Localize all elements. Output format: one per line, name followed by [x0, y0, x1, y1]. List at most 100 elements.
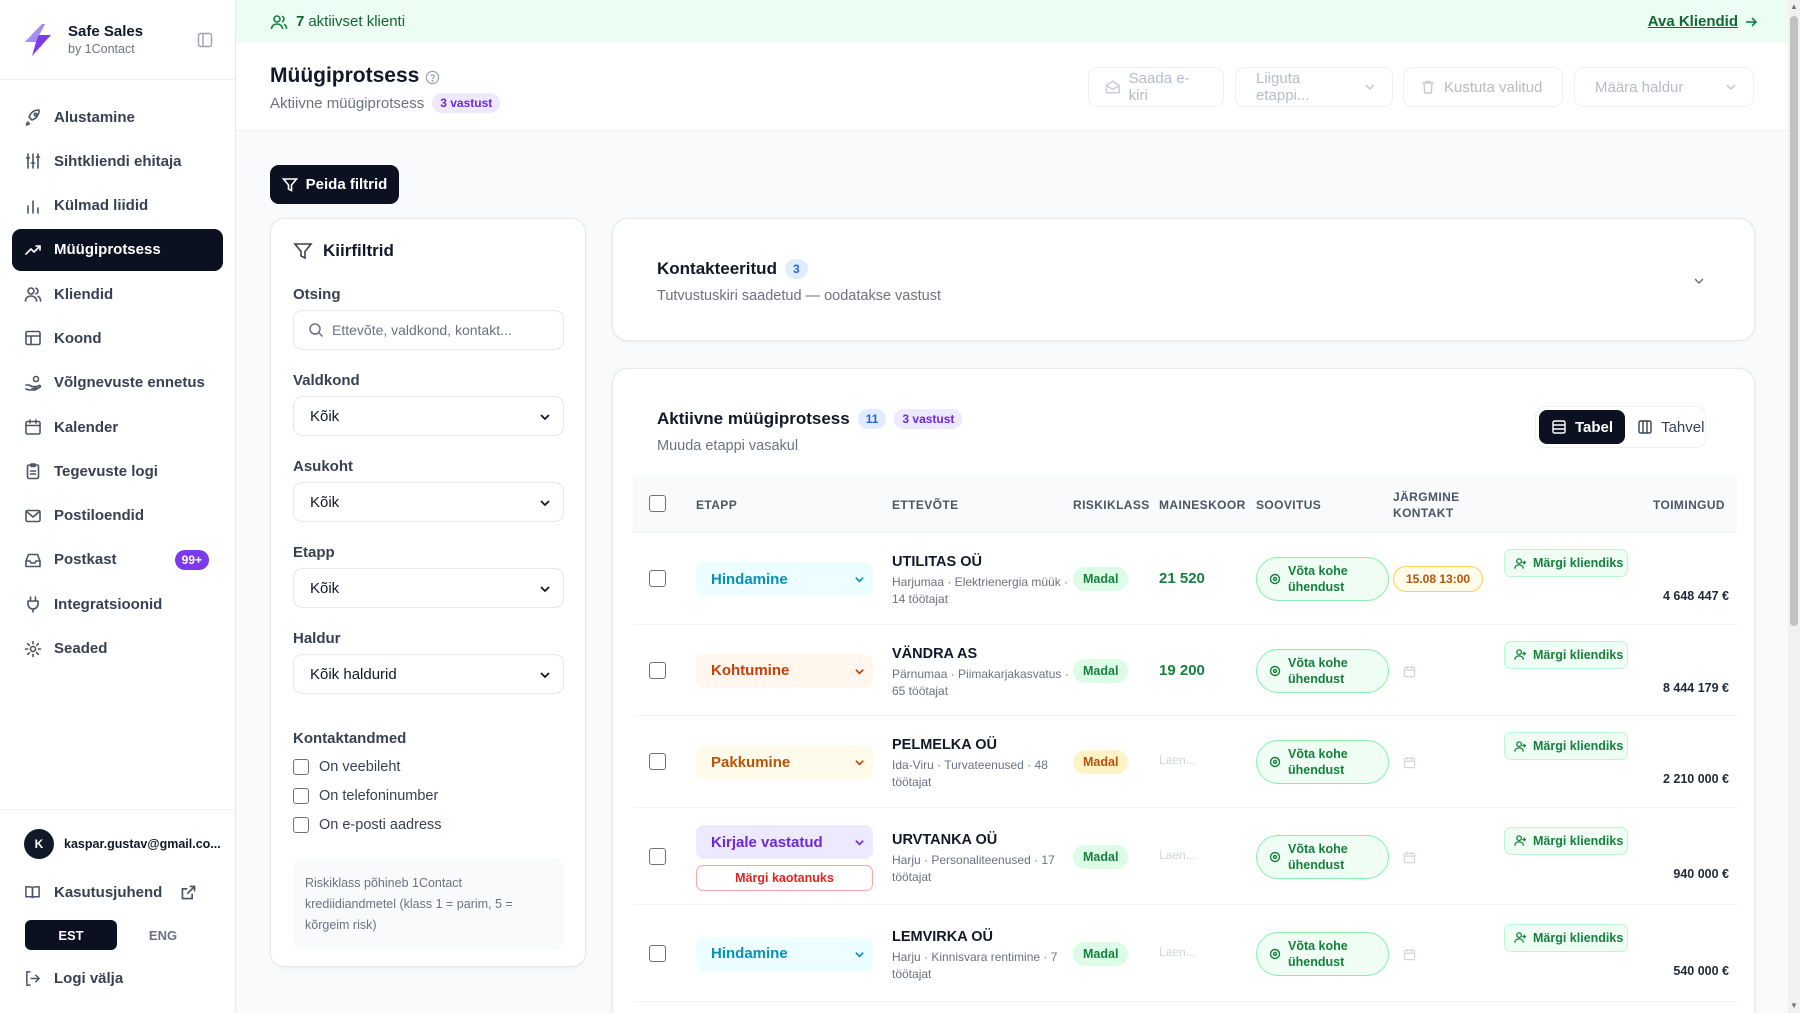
has-phone-checkbox[interactable]: On telefoninumber [293, 788, 438, 804]
sidebar-item-v-lgnevuste-ennetus[interactable]: Võlgnevuste ennetus [12, 362, 223, 404]
sidebar-item-m-giprotsess[interactable]: Müügiprotsess [12, 228, 223, 271]
move-stage-select[interactable]: Liiguta etappi... [1235, 67, 1393, 107]
open-clients-link[interactable]: Ava Kliendid [1648, 13, 1758, 30]
target-icon [1269, 851, 1281, 862]
sidebar-item-postkast[interactable]: Postkast 99+ [12, 539, 223, 581]
mark-as-client-button[interactable]: Märgi kliendiks [1504, 640, 1628, 669]
assign-owner-select[interactable]: Määra haldur [1574, 67, 1754, 107]
chevron-down-icon [540, 414, 550, 421]
stage-select[interactable]: Hindamine [696, 936, 873, 971]
checkbox[interactable] [293, 759, 309, 775]
risk-badge: Madal [1073, 844, 1129, 869]
sidebar-item-integratsioonid[interactable]: Integratsioonid [12, 583, 223, 625]
sidebar-item-kliendid[interactable]: Kliendid [12, 273, 223, 315]
stage-select[interactable]: Kirjale vastatud [696, 825, 873, 859]
search-label: Otsing [293, 286, 341, 303]
scroll-thumb[interactable] [1790, 16, 1798, 626]
chevron-down-icon [855, 840, 864, 846]
next-contact-date[interactable]: 15.08 13:00 [1393, 566, 1484, 592]
sidebar-item-seaded[interactable]: Seaded [12, 628, 223, 670]
sidebar-item-k-lmad-liidid[interactable]: Külmad liidid [12, 185, 223, 227]
search-input[interactable]: Ettevõte, valdkond, kontakt... [293, 310, 564, 350]
row-checkbox[interactable] [649, 847, 666, 865]
user-account[interactable]: K kaspar.gustav@gmail.co... [12, 824, 224, 864]
brand[interactable]: Safe Sales by 1Contact [0, 0, 235, 80]
sidebar-item-koond[interactable]: Koond [12, 317, 223, 359]
stage-select[interactable]: Hindamine [696, 562, 873, 596]
user-guide-link[interactable]: Kasutusjuhend [12, 872, 224, 912]
lang-eng-button[interactable]: ENG [117, 920, 209, 950]
mark-lost-button[interactable]: Märgi kaotanuks [696, 865, 873, 891]
sidebar-item-postiloendid[interactable]: Postiloendid [12, 495, 223, 537]
row-checkbox[interactable] [649, 944, 666, 962]
gear-icon [24, 640, 42, 657]
checkbox[interactable] [293, 817, 309, 833]
stage-select[interactable]: Kõik [293, 568, 564, 608]
sidebar-item-alustamine[interactable]: Alustamine [12, 96, 223, 138]
assign-owner-label: Määra haldur [1595, 78, 1684, 96]
stage-value: Kohtumine [711, 662, 790, 679]
reputation-score: Laen... [1159, 847, 1196, 862]
company-name[interactable]: LEMVIRKA OÜ [892, 929, 993, 945]
location-select[interactable]: Kõik [293, 482, 564, 522]
sidebar-item-kalender[interactable]: Kalender [12, 406, 223, 448]
has-website-checkbox[interactable]: On veebileht [293, 759, 400, 775]
page-scrollbar[interactable]: ▲ ▼ [1788, 0, 1800, 1013]
scroll-down-icon[interactable]: ▼ [1790, 1001, 1798, 1011]
industry-select[interactable]: Kõik [293, 396, 564, 436]
company-name[interactable]: URVTANKA OÜ [892, 832, 997, 848]
hide-filters-button[interactable]: Peida filtrid [270, 165, 399, 204]
send-email-button[interactable]: Saada e-kiri [1088, 67, 1224, 107]
has-phone-label: On telefoninumber [319, 788, 439, 804]
company-name[interactable]: PELMELKA OÜ [892, 737, 997, 753]
sidebar-collapse-icon[interactable] [197, 32, 213, 48]
risk-badge: Madal [1073, 941, 1129, 966]
checkbox[interactable] [293, 788, 309, 804]
delete-selected-button[interactable]: Kustuta valitud [1403, 67, 1563, 107]
row-checkbox[interactable] [649, 570, 666, 587]
stage-select[interactable]: Pakkumine [696, 745, 873, 779]
chevron-down-icon[interactable] [1692, 274, 1706, 288]
select-all-checkbox[interactable] [649, 495, 666, 512]
sidebar-item-label: Kalender [54, 418, 119, 436]
owner-select[interactable]: Kõik haldurid [293, 654, 564, 694]
pipeline-count-badge: 11 [857, 409, 887, 429]
page-title: Müügiprotsess [270, 64, 440, 88]
calendar-icon[interactable] [1403, 665, 1416, 678]
company-name[interactable]: VÄNDRA AS [892, 646, 977, 662]
stage-select[interactable]: Kohtumine [696, 653, 873, 688]
company-name[interactable]: UTILITAS OÜ [892, 554, 982, 570]
page-title-text: Müügiprotsess [270, 64, 420, 87]
mark-as-client-label: Märgi kliendiks [1533, 739, 1624, 753]
logout-link[interactable]: Logi välja [12, 958, 224, 998]
scroll-up-icon[interactable]: ▲ [1790, 2, 1798, 12]
row-checkbox[interactable] [649, 661, 666, 679]
sidebar-item-sihtkliendi-ehitaja[interactable]: Sihtkliendi ehitaja [12, 140, 223, 182]
move-stage-label: Liiguta etappi... [1256, 70, 1310, 104]
contacted-title-text: Kontakteeritud [657, 259, 777, 278]
page-subtitle-text: Aktiivne müügiprotsess [270, 94, 425, 112]
has-email-label: On e-posti aadress [319, 817, 442, 833]
row-checkbox[interactable] [649, 753, 666, 770]
mark-as-client-button[interactable]: Märgi kliendiks [1504, 549, 1628, 577]
mark-as-client-button[interactable]: Märgi kliendiks [1504, 732, 1628, 760]
calendar-icon[interactable] [1403, 756, 1416, 769]
view-table-button[interactable]: Tabel [1539, 410, 1626, 444]
rocket-icon [25, 109, 40, 126]
lang-est-button[interactable]: EST [25, 920, 117, 950]
calendar-icon[interactable] [1403, 948, 1416, 961]
mark-as-client-button[interactable]: Märgi kliendiks [1504, 923, 1628, 952]
calendar-icon[interactable] [1403, 851, 1416, 864]
mark-as-client-button[interactable]: Märgi kliendiks [1504, 826, 1628, 855]
sidebar-item-tegevuste-logi[interactable]: Tegevuste logi [12, 450, 223, 492]
calendar-icon [25, 419, 41, 435]
filter-icon [293, 243, 313, 260]
company-meta: Pärnumaa · Piimakarjakasvatus · 65 tööta… [892, 666, 1069, 698]
contacted-section[interactable]: Kontakteeritud 3 Tutvustuskiri saadetud … [612, 218, 1755, 341]
contacted-count-badge: 3 [784, 259, 808, 279]
book-icon [25, 885, 40, 898]
view-board-button[interactable]: Tahvel [1625, 410, 1716, 444]
help-circle-icon[interactable] [425, 70, 440, 85]
has-email-checkbox[interactable]: On e-posti aadress [293, 817, 442, 833]
suggestion-badge: Võta kohe ühendust [1256, 557, 1389, 601]
